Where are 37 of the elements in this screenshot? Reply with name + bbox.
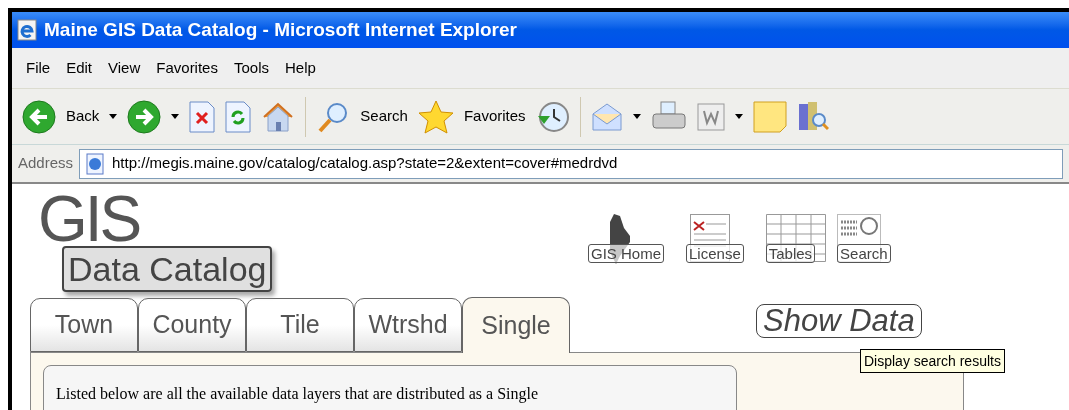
browser-logo-icon bbox=[16, 19, 38, 41]
stop-icon[interactable] bbox=[189, 100, 216, 133]
word-document-icon[interactable] bbox=[696, 102, 725, 131]
page-icon bbox=[84, 152, 107, 175]
nav-link[interactable]: License bbox=[686, 244, 744, 263]
menu-item[interactable]: Help bbox=[279, 56, 322, 80]
tab[interactable]: Town bbox=[30, 298, 138, 352]
logo-gis-text: GIS bbox=[38, 196, 140, 242]
refresh-icon[interactable] bbox=[225, 100, 252, 133]
menu-item[interactable]: Edit bbox=[60, 56, 99, 80]
logo-text: Data Catalog bbox=[62, 246, 273, 292]
tab[interactable]: Wtrshd bbox=[354, 298, 462, 352]
dropdown-caret-icon[interactable] bbox=[171, 114, 180, 119]
tab[interactable]: Single bbox=[462, 297, 570, 353]
address-field[interactable]: http://megis.maine.gov/catalog/catalog.asp?state=2&extent=cover#medrdvd bbox=[79, 148, 1063, 179]
address-label: Address bbox=[18, 153, 74, 174]
intro-text: Listed below are all the available data layers that are distributed as a Single bbox=[56, 385, 539, 402]
tab[interactable]: County bbox=[138, 298, 246, 352]
search-label[interactable]: Search bbox=[360, 105, 408, 128]
tab[interactable]: Tile bbox=[246, 298, 354, 352]
menu-item[interactable]: View bbox=[102, 56, 147, 80]
star-icon[interactable] bbox=[417, 99, 454, 134]
dropdown-caret-icon[interactable] bbox=[632, 114, 641, 119]
back-label[interactable]: Back bbox=[66, 105, 100, 128]
dropdown-caret-icon[interactable] bbox=[734, 114, 743, 119]
show-data-button[interactable]: Show Data bbox=[756, 304, 922, 338]
history-clock-icon[interactable] bbox=[535, 99, 570, 134]
window-title: Maine GIS Data Catalog - Microsoft Internet Explorer bbox=[44, 17, 517, 42]
menu-item[interactable]: Favorites bbox=[150, 56, 224, 80]
dropdown-caret-icon[interactable] bbox=[109, 114, 118, 119]
nav-link[interactable]: GIS Home bbox=[588, 244, 665, 263]
menu-item[interactable]: Tools bbox=[227, 56, 275, 80]
nav-link[interactable]: Search bbox=[837, 244, 891, 263]
nav-link[interactable]: Tables bbox=[765, 244, 816, 263]
menu-item[interactable]: File bbox=[20, 56, 57, 80]
tooltip: Display search results bbox=[860, 349, 1005, 373]
favorites-label[interactable]: Favorites bbox=[463, 105, 526, 128]
